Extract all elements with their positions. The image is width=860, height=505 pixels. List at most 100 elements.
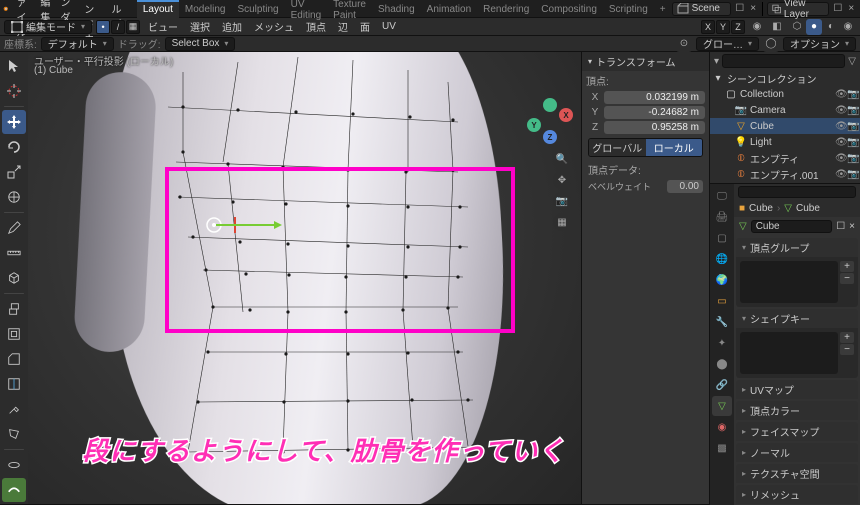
zoom-button[interactable]: 🔍 bbox=[553, 150, 571, 168]
prop-tab-material[interactable]: ◉ bbox=[712, 417, 732, 437]
hdr-add[interactable]: 追加 bbox=[218, 19, 246, 34]
section-texture-space[interactable]: テクスチャ空間 bbox=[736, 464, 858, 483]
outliner-row[interactable]: 📷 Camera 👁📷 bbox=[710, 102, 860, 118]
visibility-toggle[interactable]: 👁 bbox=[835, 137, 846, 148]
vgroup-remove[interactable]: − bbox=[840, 273, 854, 284]
snap-target[interactable]: グロー… bbox=[696, 37, 759, 51]
tool-spin[interactable] bbox=[2, 453, 26, 477]
mesh-fake-button[interactable]: × bbox=[849, 221, 855, 232]
3d-viewport[interactable]: ユーザー・平行投影 (ローカル) (1) Cube X Y Z 🔍 ✥ 📷 ▦ … bbox=[28, 52, 581, 504]
snap-toggle[interactable]: ⊙ bbox=[676, 36, 692, 52]
render-toggle[interactable]: 📷 bbox=[847, 153, 858, 164]
visibility-toggle[interactable]: 👁 bbox=[835, 153, 846, 164]
bevel-weight-value[interactable]: 0.00 bbox=[667, 180, 703, 193]
xray-toggle[interactable]: ◧ bbox=[769, 19, 785, 35]
orientation-selector[interactable]: デフォルト bbox=[41, 37, 114, 51]
drag-selector[interactable]: Select Box bbox=[165, 37, 236, 51]
space-global[interactable]: グローバル bbox=[589, 139, 646, 156]
render-toggle[interactable]: 📷 bbox=[847, 121, 858, 132]
prop-tab-modifier[interactable]: 🔧 bbox=[712, 312, 732, 332]
tool-annotate[interactable] bbox=[2, 216, 26, 240]
camera-button[interactable]: 📷 bbox=[553, 192, 571, 210]
workspace-tab-scripting[interactable]: Scripting bbox=[603, 0, 654, 18]
workspace-tab-texturepaint[interactable]: Texture Paint bbox=[327, 0, 372, 18]
visibility-toggle[interactable]: 👁 bbox=[835, 169, 846, 180]
scene-del-button[interactable]: × bbox=[748, 3, 757, 14]
hdr-select[interactable]: 選択 bbox=[186, 19, 214, 34]
shapekey-add[interactable]: + bbox=[840, 332, 854, 343]
tool-polybuild[interactable] bbox=[2, 422, 26, 446]
move-gizmo[interactable] bbox=[204, 215, 294, 245]
tool-smooth[interactable] bbox=[2, 478, 26, 502]
section-remesh[interactable]: リメッシュ bbox=[736, 485, 858, 504]
prop-tab-physics[interactable]: ⬤ bbox=[712, 354, 732, 374]
options-dropdown[interactable]: オプション bbox=[783, 37, 856, 51]
hdr-face[interactable]: 面 bbox=[356, 19, 374, 34]
face-select-button[interactable]: ▦ bbox=[126, 20, 140, 34]
edge-select-button[interactable]: / bbox=[111, 20, 125, 34]
hdr-mesh[interactable]: メッシュ bbox=[250, 19, 298, 34]
tool-scale[interactable] bbox=[2, 160, 26, 184]
shading-wire[interactable]: ⬡ bbox=[789, 19, 805, 35]
render-toggle[interactable]: 📷 bbox=[847, 137, 858, 148]
persp-button[interactable]: ▦ bbox=[553, 213, 571, 231]
vertex-select-button[interactable]: • bbox=[96, 20, 110, 34]
outliner-display-mode[interactable]: ▾ bbox=[714, 56, 719, 67]
scene-selector[interactable]: Scene bbox=[672, 2, 731, 16]
tool-cursor[interactable] bbox=[2, 79, 26, 103]
prop-tab-scene[interactable]: 🌐 bbox=[712, 249, 732, 269]
viewlayer-new-button[interactable]: ☐ bbox=[833, 3, 842, 14]
panel-transform-header[interactable]: トランスフォーム bbox=[582, 52, 709, 71]
workspace-tab-uvediting[interactable]: UV Editing bbox=[285, 0, 328, 18]
vgroup-add[interactable]: + bbox=[840, 261, 854, 272]
prop-tab-viewlayer[interactable]: ▢ bbox=[712, 228, 732, 248]
hdr-view[interactable]: ビュー bbox=[144, 19, 182, 34]
section-uv-maps[interactable]: UVマップ bbox=[736, 380, 858, 399]
axis-z[interactable]: Z bbox=[731, 20, 745, 34]
outliner-scene-collection[interactable]: ▾ シーンコレクション bbox=[710, 70, 860, 86]
shading-rendered[interactable]: ◉ bbox=[840, 19, 856, 35]
outliner-row[interactable]: ⦶ エンプティ 👁📷 bbox=[710, 150, 860, 166]
vertex-x[interactable]: 0.032199 m bbox=[604, 91, 705, 104]
workspace-tab-shading[interactable]: Shading bbox=[372, 0, 421, 18]
section-normals[interactable]: ノーマル bbox=[736, 443, 858, 462]
vertex-y[interactable]: -0.24682 m bbox=[604, 106, 705, 119]
overlays-toggle[interactable]: ◉ bbox=[749, 19, 765, 35]
tool-transform[interactable] bbox=[2, 185, 26, 209]
mesh-name-field[interactable]: Cube bbox=[751, 220, 832, 233]
tool-loopcut[interactable] bbox=[2, 372, 26, 396]
tool-add-cube[interactable] bbox=[2, 266, 26, 290]
shading-matpreview[interactable]: ◐ bbox=[823, 19, 839, 35]
props-search[interactable] bbox=[738, 186, 856, 198]
viewlayer-del-button[interactable]: × bbox=[847, 3, 856, 14]
workspace-tab-compositing[interactable]: Compositing bbox=[535, 0, 603, 18]
vertex-z[interactable]: 0.95258 m bbox=[604, 121, 705, 134]
proportional-toggle[interactable]: ◯ bbox=[763, 36, 779, 52]
hdr-vertex[interactable]: 頂点 bbox=[302, 19, 330, 34]
workspace-tab-add[interactable]: + bbox=[654, 0, 672, 18]
tool-rotate[interactable] bbox=[2, 135, 26, 159]
visibility-toggle[interactable]: 👁 bbox=[835, 89, 846, 100]
outliner-row[interactable]: ⦶ エンプティ.001 👁📷 bbox=[710, 166, 860, 182]
shapekey-remove[interactable]: − bbox=[840, 344, 854, 355]
prop-tab-render[interactable]: 🖵 bbox=[712, 186, 732, 206]
hdr-edge[interactable]: 辺 bbox=[334, 19, 352, 34]
nav-gizmo[interactable]: X Y Z bbox=[527, 98, 573, 144]
prop-tab-mesh[interactable]: ▽ bbox=[712, 396, 732, 416]
shading-solid[interactable]: ● bbox=[806, 19, 822, 35]
tool-extrude[interactable] bbox=[2, 297, 26, 321]
workspace-tab-rendering[interactable]: Rendering bbox=[477, 0, 535, 18]
hdr-uv[interactable]: UV bbox=[378, 21, 400, 32]
tool-measure[interactable] bbox=[2, 241, 26, 265]
render-toggle[interactable]: 📷 bbox=[847, 105, 858, 116]
workspace-tab-layout[interactable]: Layout bbox=[137, 0, 179, 18]
mesh-users-button[interactable]: ☐ bbox=[836, 221, 845, 232]
outliner-row[interactable]: ▢ Collection 👁📷 bbox=[710, 86, 860, 102]
space-local[interactable]: ローカル bbox=[646, 139, 703, 156]
tool-select-box[interactable] bbox=[2, 54, 26, 78]
workspace-tab-animation[interactable]: Animation bbox=[421, 0, 477, 18]
outliner-row[interactable]: ▽ Cube 👁📷 bbox=[710, 118, 860, 134]
viewlayer-selector[interactable]: View Layer bbox=[767, 2, 830, 16]
section-vertex-colors[interactable]: 頂点カラー bbox=[736, 401, 858, 420]
workspace-tab-sculpting[interactable]: Sculpting bbox=[231, 0, 284, 18]
